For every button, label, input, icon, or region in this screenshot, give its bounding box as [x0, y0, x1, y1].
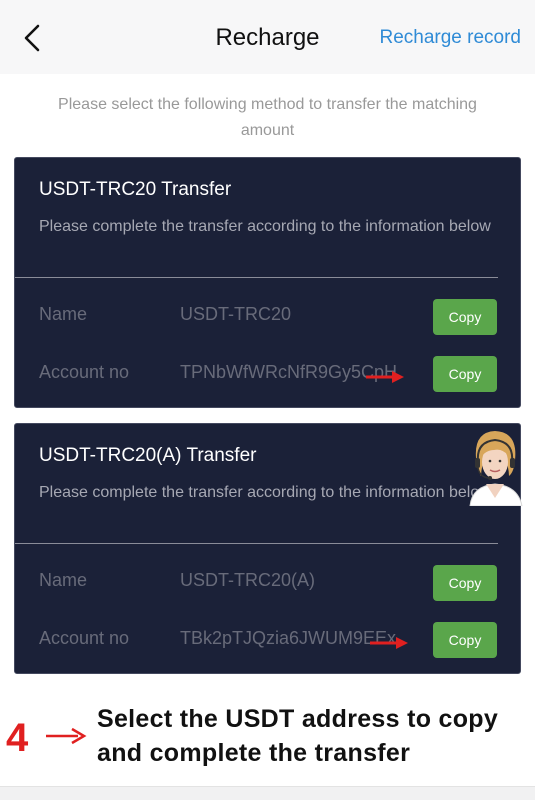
- instruction-text: Please select the following method to tr…: [58, 96, 477, 139]
- copy-name-button[interactable]: Copy: [433, 565, 497, 601]
- step-annotation: 4 Select the USDT address to copy and co…: [0, 700, 535, 780]
- red-arrow-icon: [46, 727, 87, 745]
- card-description: Please complete the transfer according t…: [39, 484, 491, 501]
- copy-name-button[interactable]: Copy: [433, 299, 497, 335]
- account-label: Account no: [39, 362, 130, 382]
- card-title: USDT-TRC20 Transfer: [39, 179, 232, 200]
- name-label: Name: [39, 570, 88, 590]
- top-nav-bar: Recharge Recharge record: [0, 0, 535, 74]
- transfer-method-card: USDT-TRC20 Transfer Please complete the …: [14, 157, 521, 408]
- step-instruction: Select the USDT address to copy and comp…: [97, 705, 499, 767]
- divider: [15, 543, 498, 544]
- card-description: Please complete the transfer according t…: [39, 218, 491, 235]
- transfer-method-card: USDT-TRC20(A) Transfer Please complete t…: [14, 423, 521, 674]
- red-arrow-icon: [366, 371, 404, 383]
- red-arrow-icon: [370, 637, 408, 649]
- name-label: Name: [39, 304, 88, 324]
- account-label: Account no: [39, 628, 130, 648]
- copy-account-button[interactable]: Copy: [433, 356, 497, 392]
- name-value: USDT-TRC20: [180, 304, 292, 324]
- bottom-bar: [0, 786, 535, 800]
- card-title: USDT-TRC20(A) Transfer: [39, 445, 257, 466]
- name-value: USDT-TRC20(A): [180, 570, 316, 590]
- recharge-record-link[interactable]: Recharge record: [379, 27, 521, 49]
- divider: [15, 277, 498, 278]
- copy-account-button[interactable]: Copy: [433, 622, 497, 658]
- customer-service-avatar-icon[interactable]: [462, 424, 528, 506]
- step-number: 4: [6, 716, 29, 760]
